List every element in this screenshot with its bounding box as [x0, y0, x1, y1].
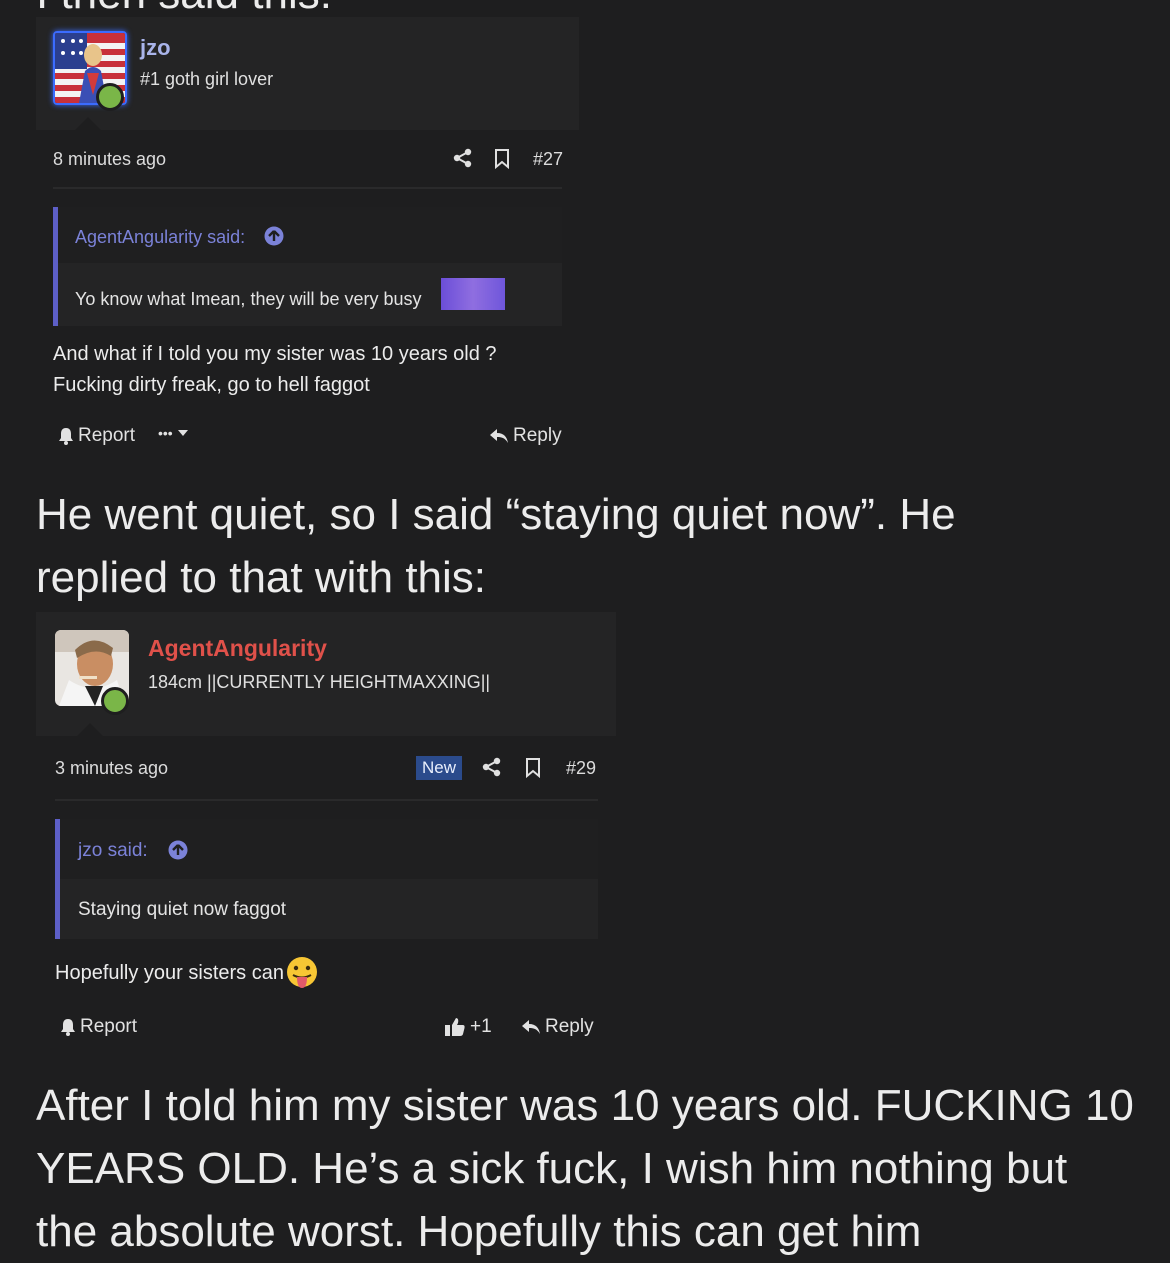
bookmark-icon[interactable]	[493, 148, 511, 169]
post-1-divider	[53, 187, 562, 189]
post-1-body-line-2: Fucking dirty freak, go to hell faggot	[53, 374, 370, 396]
thumbs-up-icon	[445, 1018, 465, 1036]
post-2-like-count: +1	[470, 1016, 492, 1037]
post-2-body-text: Hopefully your sisters can	[55, 961, 284, 984]
post-2-timestamp[interactable]: 3 minutes ago	[55, 758, 168, 779]
narration-closing: After I told him my sister was 10 years …	[36, 1081, 1134, 1256]
post-1-report-button[interactable]: Report	[58, 425, 135, 447]
post-2-quote-author[interactable]: jzo said:	[78, 840, 148, 862]
post-2-new-badge: New	[416, 756, 463, 780]
post-1-quote: AgentAngularity said: Yo know what Imean…	[53, 207, 562, 326]
post-2-user-title: 184cm ||CURRENTLY HEIGHTMAXXING||	[148, 672, 491, 692]
post-1-timestamp[interactable]: 8 minutes ago	[53, 149, 166, 170]
post-1-reply-label: Reply	[513, 425, 562, 446]
post-1-online-indicator	[96, 83, 124, 111]
reply-arrow-icon	[490, 429, 508, 443]
post-1-report-label: Report	[78, 425, 136, 446]
quoted-image-thumbnail[interactable]	[441, 278, 505, 310]
chevron-down-icon	[177, 430, 188, 436]
share-icon[interactable]	[482, 757, 502, 777]
post-1-header-pointer	[74, 117, 102, 131]
bell-icon	[61, 1019, 75, 1036]
reply-arrow-icon	[522, 1020, 540, 1034]
post-2-like-button[interactable]: +1	[444, 1016, 492, 1038]
post-1-quote-text: Yo know what Imean, they will be very bu…	[75, 289, 422, 309]
post-2-divider	[55, 799, 598, 801]
post-2-reply-button[interactable]: Reply	[521, 1016, 594, 1038]
post-2-number[interactable]: #29	[566, 758, 596, 779]
narration-middle: He went quiet, so I said “staying quiet …	[36, 490, 956, 602]
post-2-username[interactable]: AgentAngularity	[148, 635, 327, 662]
post-2-body: Hopefully your sisters can	[55, 956, 319, 990]
post-1-reply-button[interactable]: Reply	[489, 425, 562, 447]
post-1-quote-author[interactable]: AgentAngularity said:	[75, 227, 245, 248]
bell-icon	[59, 428, 73, 445]
post-2-report-button[interactable]: Report	[60, 1016, 137, 1038]
post-2-online-indicator	[101, 687, 129, 715]
post-2-report-label: Report	[80, 1016, 138, 1037]
post-1-username[interactable]: jzo	[140, 35, 171, 61]
tongue-out-emoji-icon	[286, 957, 317, 988]
bookmark-icon[interactable]	[524, 757, 542, 778]
post-2-quote: jzo said: Staying quiet now faggot	[55, 819, 598, 939]
post-1-number[interactable]: #27	[533, 149, 563, 170]
post-2-reply-label: Reply	[545, 1016, 594, 1037]
share-icon[interactable]	[453, 148, 473, 168]
arrow-up-circle-icon[interactable]	[264, 226, 284, 246]
post-2-header-pointer	[76, 723, 104, 737]
more-dots-icon: •••	[158, 425, 173, 441]
post-1-body-line-1: And what if I told you my sister was 10 …	[53, 343, 497, 365]
arrow-up-circle-icon[interactable]	[168, 840, 188, 860]
post-2-quote-text: Staying quiet now faggot	[78, 899, 287, 920]
post-1-user-title: #1 goth girl lover	[140, 69, 274, 89]
post-1-more-button[interactable]: •••	[158, 425, 189, 441]
